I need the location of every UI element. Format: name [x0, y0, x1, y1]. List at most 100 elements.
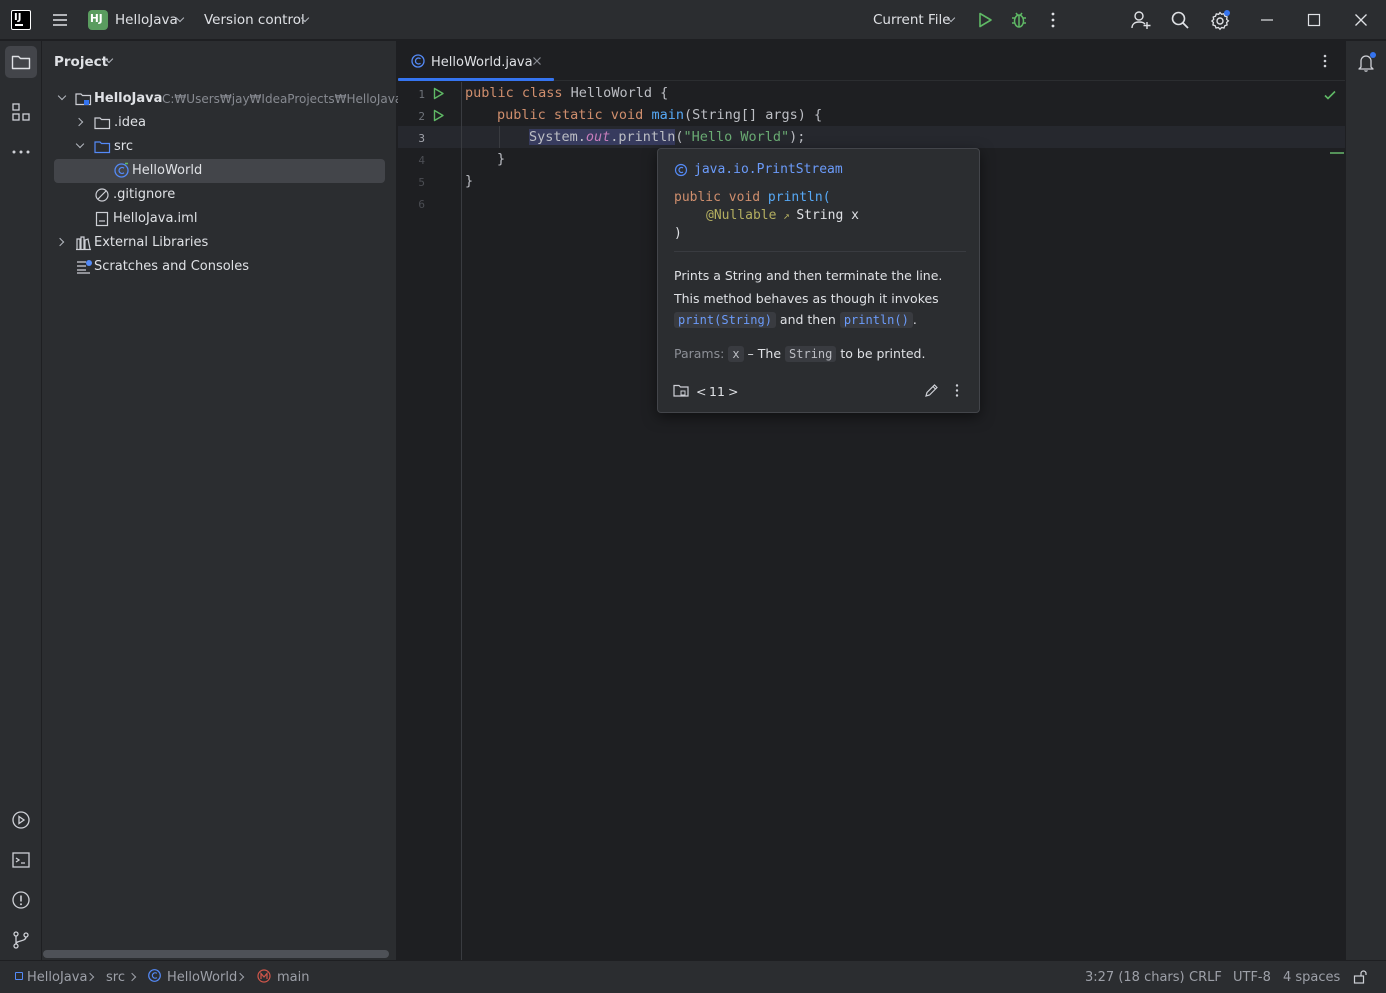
minimize-icon[interactable] [1259, 10, 1275, 30]
no-problems-check-icon[interactable] [1323, 88, 1337, 102]
println-link[interactable]: println() [839, 312, 913, 328]
search-icon[interactable] [1170, 10, 1190, 30]
code-line-2[interactable]: public static void main(String[] args) { [497, 107, 822, 123]
code-token: } [497, 151, 506, 167]
run-icon[interactable] [976, 11, 994, 29]
chevron-down-icon [57, 91, 67, 101]
maximize-icon[interactable] [1306, 12, 1322, 28]
app-logo[interactable]: IJ [11, 10, 31, 30]
param-type: String [785, 346, 837, 362]
doc-options-icon[interactable] [951, 383, 963, 398]
vcs-menu[interactable]: Version control [204, 9, 314, 31]
file-encoding[interactable]: UTF-8 [1233, 970, 1271, 985]
method-icon [257, 969, 271, 983]
doc-class-link[interactable]: java.io.PrintStream [694, 162, 843, 177]
caret-position[interactable]: 3:27 (18 chars) [1085, 970, 1185, 985]
main-menu-button[interactable] [50, 10, 70, 30]
doc-text: and then [779, 312, 836, 327]
param-name: x [728, 346, 744, 362]
doc-text: – The [747, 346, 782, 361]
doc-params-line: Params: x – The String to be printed. [674, 346, 925, 362]
project-panel-header[interactable]: Project [54, 53, 154, 73]
code-line-1[interactable]: public class HelloWorld { [465, 85, 668, 101]
tree-root-hellojava[interactable]: HelloJava C:₩Users₩jay₩IdeaProjects₩Hell… [54, 87, 402, 111]
project-badge-text: HJ [90, 13, 103, 25]
code-line-5[interactable]: } [465, 173, 473, 189]
close-tab-icon[interactable] [532, 56, 542, 66]
module-square-icon [15, 972, 23, 980]
structure-icon[interactable] [11, 102, 31, 122]
tab-helloworld-java[interactable]: HelloWorld.java [398, 41, 554, 81]
print-string-link[interactable]: print(String) [674, 312, 776, 328]
library-icon [76, 236, 91, 251]
tree-item-external-libraries[interactable]: External Libraries [54, 231, 394, 255]
doc-prev-button[interactable]: < [696, 384, 706, 399]
line-separator[interactable]: CRLF [1189, 970, 1222, 985]
line-number: 2 [418, 110, 425, 123]
breadcrumb-item-src[interactable]: src [106, 970, 125, 985]
tree-item-scratches[interactable]: Scratches and Consoles [54, 255, 394, 279]
chevron-down-icon [75, 139, 85, 149]
debug-icon[interactable] [1010, 10, 1028, 30]
breadcrumb-item-project[interactable]: HelloJava [27, 970, 87, 985]
documentation-popup: java.io.PrintStream public void println(… [657, 148, 980, 413]
root-name: HelloJava [94, 91, 163, 106]
tree-item-label: .gitignore [113, 187, 176, 202]
library-folder-icon[interactable] [673, 383, 689, 398]
tree-item-label: External Libraries [94, 235, 209, 250]
tree-item-label: HelloJava.iml [113, 211, 198, 226]
external-link-icon: ↗ [776, 209, 797, 222]
project-switcher[interactable]: HJ HelloJava [88, 9, 188, 31]
code-token: String x [796, 208, 859, 223]
add-user-icon[interactable] [1130, 10, 1152, 30]
left-tool-strip [0, 41, 42, 960]
breadcrumb-item-class[interactable]: HelloWorld [167, 970, 237, 985]
code-token: main [651, 107, 684, 123]
chevron-right-icon [55, 237, 65, 247]
doc-next-button[interactable]: > [728, 384, 738, 399]
code-token: "Hello World" [683, 129, 790, 145]
project-tool-button[interactable] [5, 46, 37, 78]
params-label: Params: [674, 346, 725, 361]
terminal-icon[interactable] [11, 850, 31, 870]
run-tool-icon[interactable] [11, 810, 31, 830]
indent-guide [499, 126, 500, 148]
line-number: 5 [418, 176, 425, 189]
tree-item-iml[interactable]: HelloJava.iml [54, 207, 394, 231]
code-token: public class [465, 85, 563, 101]
java-class-icon [148, 969, 161, 982]
tree-item-helloworld[interactable]: HelloWorld [54, 159, 385, 183]
app-logo-text: IJ [14, 12, 22, 23]
code-line-3[interactable]: System.out.println("Hello World"); [529, 129, 805, 145]
unlock-icon[interactable] [1353, 969, 1368, 985]
run-main-gutter-icon[interactable] [432, 109, 445, 122]
git-branch-icon[interactable] [11, 930, 31, 950]
more-actions-icon[interactable] [1045, 10, 1061, 30]
settings-gear-icon[interactable] [1209, 9, 1231, 31]
run-config-label: Current File [873, 12, 951, 28]
run-config-selector[interactable]: Current File [873, 9, 963, 31]
tree-item-idea[interactable]: .idea [54, 111, 394, 135]
doc-description-line3: print(String) and then println(). [674, 312, 917, 328]
vcs-label: Version control [204, 12, 305, 28]
edit-pencil-icon[interactable] [924, 383, 939, 398]
scroll-marker [1330, 152, 1344, 154]
editor-tab-bar: HelloWorld.java [398, 41, 1345, 81]
close-window-icon[interactable] [1353, 12, 1369, 28]
tree-item-label: src [114, 139, 133, 154]
notifications-bell-icon[interactable] [1356, 51, 1378, 73]
more-tools-icon[interactable] [11, 142, 31, 162]
tree-item-gitignore[interactable]: .gitignore [54, 183, 394, 207]
line-number: 1 [418, 88, 425, 101]
code-line-4[interactable]: } [497, 151, 505, 167]
line-number: 6 [418, 198, 425, 211]
horizontal-scrollbar[interactable] [43, 950, 389, 958]
run-class-gutter-icon[interactable] [432, 87, 445, 100]
indent-setting[interactable]: 4 spaces [1283, 970, 1340, 985]
problems-icon[interactable] [11, 890, 31, 910]
class-icon [674, 163, 688, 177]
tree-item-src[interactable]: src [54, 135, 394, 159]
tab-options-icon[interactable] [1318, 53, 1332, 69]
nullable-annotation-link[interactable]: @Nullable [706, 208, 776, 223]
breadcrumb-item-method[interactable]: main [277, 970, 309, 985]
